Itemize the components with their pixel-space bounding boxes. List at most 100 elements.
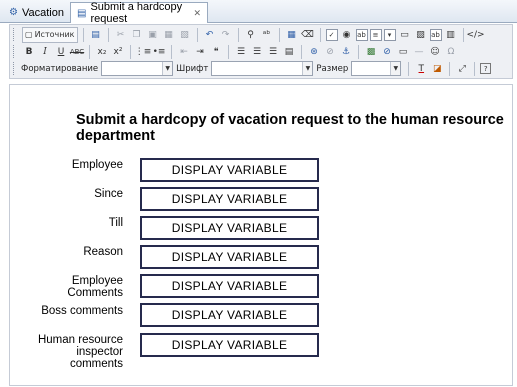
button-field-icon[interactable]: ▭: [398, 28, 412, 42]
bulleted-list-icon[interactable]: •≡: [152, 45, 166, 59]
editor-content[interactable]: Submit a hardcopy of vacation request to…: [9, 84, 513, 386]
close-icon[interactable]: ✕: [193, 8, 201, 19]
table-icon[interactable]: ▭: [396, 45, 410, 59]
italic-icon[interactable]: I: [38, 45, 52, 59]
employee-comments-label: Employee Comments: [67, 275, 123, 299]
separator: [228, 44, 229, 59]
radio-icon[interactable]: ◉: [340, 28, 354, 42]
font-label: Шрифт: [176, 63, 209, 74]
numbered-list-icon[interactable]: ⋮≡: [135, 45, 152, 59]
align-left-icon[interactable]: ☰: [234, 45, 248, 59]
reason-display-variable[interactable]: DISPLAY VARIABLE: [140, 245, 319, 269]
employee-label: Employee: [71, 159, 123, 171]
cut-icon[interactable]: ✂: [114, 28, 128, 42]
tab-submit-hardcopy-request-label: Submit a hardcopy request: [90, 1, 183, 25]
separator: [474, 61, 476, 76]
form-icon: ▤: [77, 7, 87, 19]
separator: [462, 27, 464, 42]
bold-icon[interactable]: B: [22, 45, 36, 59]
textfield-icon[interactable]: ab: [355, 28, 368, 41]
image-button-icon[interactable]: ▨: [414, 28, 428, 42]
boss-comments-display-variable[interactable]: DISPLAY VARIABLE: [140, 303, 319, 327]
chevron-down-icon: ▼: [162, 62, 173, 75]
separator: [278, 27, 280, 42]
special-char-icon[interactable]: Ω: [444, 45, 458, 59]
toolbar-grip: [13, 45, 17, 58]
toolbar-row-1: ▢ Источник ▤ ✂ ❐ ▣ ▦ ▧ ↶ ↷ ⚲ ᵃᵇ ▦ ⌫ ✓ ◉ …: [13, 26, 485, 43]
paste-word-icon[interactable]: ▧: [178, 28, 192, 42]
flash-movie-icon[interactable]: ⊘: [380, 45, 394, 59]
preview-icon[interactable]: ▤: [89, 28, 103, 42]
separator: [130, 44, 131, 59]
source-button[interactable]: ▢ Источник: [22, 26, 78, 43]
size-select[interactable]: ▼: [351, 61, 402, 76]
since-display-variable[interactable]: DISPLAY VARIABLE: [140, 187, 319, 211]
separator: [89, 44, 90, 59]
source-button-label: Источник: [34, 30, 75, 39]
maximize-icon[interactable]: ⤢: [455, 62, 469, 76]
align-center-icon[interactable]: ☰: [250, 45, 264, 59]
toolbar-row-2: B I U ABC x₂ x² ⋮≡ •≡ ⇤ ⇥ ❝ ☰ ☰ ☰ ▤ ⊛ ⊘ …: [13, 43, 459, 60]
link-icon[interactable]: ⊛: [307, 45, 321, 59]
reason-label: Reason: [83, 246, 123, 258]
select-field-icon[interactable]: ▾: [383, 28, 396, 41]
superscript-icon[interactable]: x²: [111, 45, 125, 59]
hr-inspector-comments-display-variable[interactable]: DISPLAY VARIABLE: [140, 333, 319, 357]
copy-icon[interactable]: ❐: [130, 28, 144, 42]
paste-icon[interactable]: ▣: [146, 28, 160, 42]
strikethrough-icon[interactable]: ABC: [70, 45, 84, 59]
form-field-icon[interactable]: ▥: [444, 28, 458, 42]
indent-icon[interactable]: ⇥: [193, 45, 207, 59]
till-display-variable[interactable]: DISPLAY VARIABLE: [140, 216, 319, 240]
tab-bar: ⚙ Vacation ▤ Submit a hardcopy request ✕: [0, 0, 517, 25]
till-label: Till: [108, 217, 123, 229]
smiley-icon[interactable]: ☺: [428, 45, 442, 59]
separator: [237, 27, 239, 42]
textarea-icon[interactable]: ≡: [369, 28, 382, 41]
image-icon[interactable]: ▩: [364, 45, 378, 59]
separator: [301, 44, 302, 59]
since-label: Since: [94, 188, 123, 200]
unlink-icon[interactable]: ⊘: [323, 45, 337, 59]
remove-format-icon[interactable]: ⌫: [301, 28, 315, 42]
undo-icon[interactable]: ↶: [203, 28, 217, 42]
hidden-field-icon[interactable]: ab: [429, 28, 442, 41]
tab-vacation[interactable]: ⚙ Vacation: [2, 2, 66, 22]
outdent-icon[interactable]: ⇤: [177, 45, 191, 59]
boss-comments-label: Boss comments: [41, 305, 123, 317]
select-all-icon[interactable]: ▦: [285, 28, 299, 42]
format-select[interactable]: ▼: [101, 61, 174, 76]
underline-icon[interactable]: U: [54, 45, 68, 59]
find-icon[interactable]: ⚲: [244, 28, 258, 42]
size-label: Размер: [316, 63, 349, 74]
separator: [82, 27, 84, 42]
chevron-down-icon: ▼: [302, 62, 313, 75]
replace-icon[interactable]: ᵃᵇ: [260, 28, 274, 42]
chevron-down-icon: ▼: [390, 62, 401, 75]
checkbox-icon[interactable]: ✓: [325, 28, 338, 41]
horizontal-rule-icon[interactable]: —: [412, 45, 426, 59]
format-label: Форматирование: [21, 63, 99, 74]
bg-color-icon[interactable]: ◪: [430, 62, 444, 76]
text-color-icon[interactable]: T: [414, 62, 428, 76]
form-title: Submit a hardcopy of vacation request to…: [76, 112, 504, 144]
subscript-icon[interactable]: x₂: [95, 45, 109, 59]
separator: [107, 27, 109, 42]
justify-icon[interactable]: ▤: [282, 45, 296, 59]
editor-toolbar: ▢ Источник ▤ ✂ ❐ ▣ ▦ ▧ ↶ ↷ ⚲ ᵃᵇ ▦ ⌫ ✓ ◉ …: [9, 24, 513, 79]
blockquote-icon[interactable]: ❝: [209, 45, 223, 59]
employee-comments-display-variable[interactable]: DISPLAY VARIABLE: [140, 274, 319, 298]
align-right-icon[interactable]: ☰: [266, 45, 280, 59]
toolbar-grip: [13, 62, 17, 75]
font-select[interactable]: ▼: [211, 61, 314, 76]
tab-vacation-label: Vacation: [21, 6, 64, 19]
help-icon[interactable]: ?: [480, 63, 492, 74]
flash-icon[interactable]: </>: [466, 28, 484, 42]
tab-submit-hardcopy-request[interactable]: ▤ Submit a hardcopy request ✕: [70, 1, 208, 25]
employee-display-variable[interactable]: DISPLAY VARIABLE: [140, 158, 319, 182]
toolbar-grip: [13, 28, 17, 41]
redo-icon[interactable]: ↷: [219, 28, 233, 42]
anchor-icon[interactable]: ⚓: [339, 45, 353, 59]
separator: [449, 61, 451, 76]
paste-text-icon[interactable]: ▦: [162, 28, 176, 42]
